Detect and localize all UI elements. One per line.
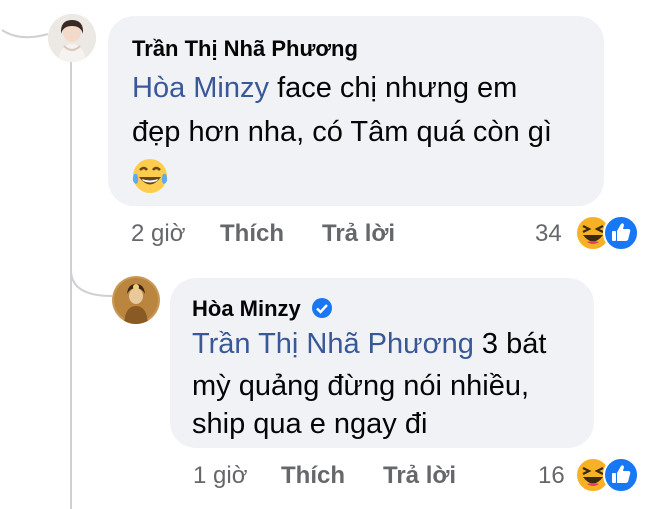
reply-timestamp[interactable]: 1 giờ — [193, 462, 247, 490]
comment-like-button[interactable]: Thích — [220, 220, 284, 248]
reply-reply-button[interactable]: Trả lời — [383, 462, 456, 490]
comment-text-1: face chị nhưng em — [277, 72, 518, 104]
like-reaction-icon[interactable] — [602, 456, 640, 494]
reply-author-name[interactable]: Hòa Minzy — [192, 296, 333, 322]
reply-mention-link[interactable]: Trần Thị Nhã Phương — [192, 328, 474, 360]
comment-author-name[interactable]: Trần Thị Nhã Phương — [132, 36, 358, 62]
comment-mention-link[interactable]: Hòa Minzy — [132, 72, 269, 104]
like-reaction-icon[interactable] — [602, 214, 640, 252]
thread-line-curve-reply — [70, 270, 113, 297]
comment-bubble: Trần Thị Nhã Phương Hòa Minzy face chị n… — [108, 16, 604, 206]
comment-author-avatar[interactable] — [48, 14, 96, 62]
reply-text-line-3: ship qua e ngay đi — [192, 408, 428, 440]
reply-text-1: 3 bát — [481, 328, 547, 360]
comment-reply-button[interactable]: Trả lời — [322, 220, 395, 248]
reply-author-label: Hòa Minzy — [192, 296, 301, 321]
laughing-tears-emoji-icon — [132, 159, 168, 193]
comment-text-line-2: đẹp hơn nha, có Tâm quá còn gì — [132, 116, 552, 148]
reply-author-avatar[interactable] — [112, 276, 160, 324]
comment-timestamp[interactable]: 2 giờ — [131, 220, 185, 248]
reply-text-line-1: Trần Thị Nhã Phương 3 bát — [192, 322, 546, 366]
comment-reaction-count[interactable]: 34 — [535, 220, 562, 248]
comment-text-line-1: Hòa Minzy face chị nhưng em — [132, 66, 517, 110]
verified-badge-icon — [311, 298, 332, 318]
reply-reaction-count[interactable]: 16 — [538, 462, 565, 490]
reply-bubble: Hòa Minzy Trần Thị Nhã Phương 3 bát mỳ q… — [170, 278, 594, 448]
reply-like-button[interactable]: Thích — [281, 462, 345, 490]
